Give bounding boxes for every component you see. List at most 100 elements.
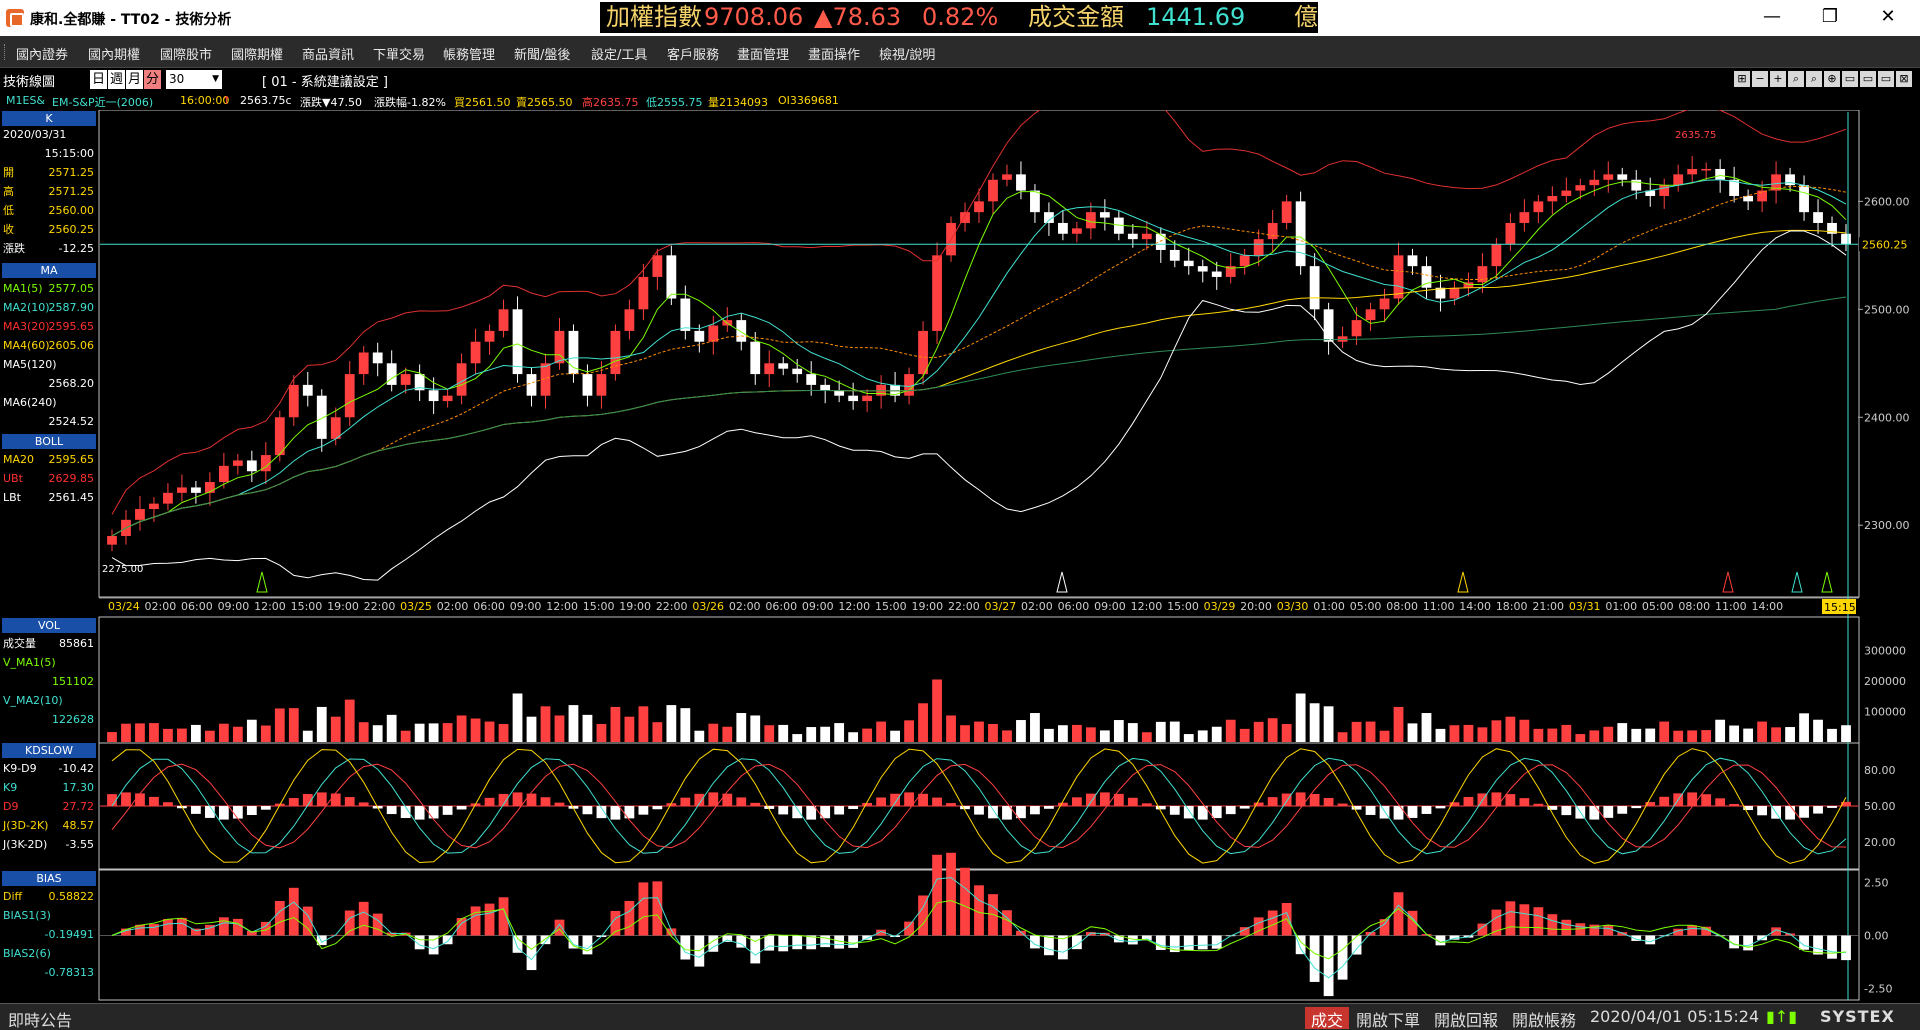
menu-item-screen-manage[interactable]: 畫面管理 xyxy=(737,44,789,63)
volume-bar xyxy=(1393,706,1404,742)
vol-header: VOL xyxy=(2,618,96,633)
kd-histogram-bar xyxy=(1435,806,1446,809)
menu-item-intl-stocks[interactable]: 國際股市 xyxy=(160,44,212,63)
period-month-button[interactable]: 月 xyxy=(126,70,143,89)
interval-select[interactable]: 30 xyxy=(166,70,222,89)
volume-bar xyxy=(1827,728,1837,742)
trade-indicator[interactable]: 成交 xyxy=(1305,1007,1350,1030)
candle-body xyxy=(1085,212,1096,229)
kd-histogram-bar xyxy=(862,802,873,806)
menu-item-screen-operate[interactable]: 畫面操作 xyxy=(808,44,860,63)
menu-item-intl-futures[interactable]: 國際期權 xyxy=(231,44,283,63)
open-account-button[interactable]: 開啟帳務 xyxy=(1512,1007,1576,1030)
candle-body xyxy=(708,325,719,342)
x-axis-label: 18:00 xyxy=(1496,600,1528,613)
menu-item-account[interactable]: 帳務管理 xyxy=(443,44,495,63)
notice-button[interactable]: 即時公告 xyxy=(8,1007,72,1030)
volume-bar xyxy=(1659,721,1670,742)
x-axis-label: 20:00 xyxy=(1240,600,1272,613)
menu-item-product-info[interactable]: 商品資訊 xyxy=(302,44,354,63)
kd-histogram-bar xyxy=(121,792,131,806)
indicator-values-panel: K 2020/03/31 15:15:00 開 2571.25 高 2571.25 … xyxy=(0,110,98,1000)
x-axis-label: 08:00 xyxy=(1386,600,1418,613)
kd-histogram-bar xyxy=(1267,797,1278,806)
candle-body xyxy=(1757,190,1767,202)
vol-label: 成交量 xyxy=(3,637,36,650)
candle-body xyxy=(1813,212,1823,223)
ma-header: MA xyxy=(2,263,96,278)
bias-histogram-bar xyxy=(582,935,593,955)
open-order-button[interactable]: 開啟下單 xyxy=(1356,1007,1420,1030)
minimize-button[interactable]: — xyxy=(1752,6,1792,27)
candle-body xyxy=(246,460,257,472)
kd-label: J(3K-2D) xyxy=(3,838,48,851)
x-axis-label: 09:00 xyxy=(802,600,834,613)
technical-chart[interactable]: 2600.00 2500.00 2400.00 2300.00 2560.25 2635.… xyxy=(0,110,1920,1002)
menu-item-domestic-futures[interactable]: 國內期權 xyxy=(88,44,140,63)
print-icon[interactable]: ▭ xyxy=(1878,71,1894,87)
candle-body xyxy=(1169,249,1180,261)
period-day-button[interactable]: 日 xyxy=(90,70,107,89)
volume-bar xyxy=(1729,725,1740,742)
kd-row: J(3K-2D) -3.55 xyxy=(3,838,96,852)
kd-histogram-bar xyxy=(610,806,621,820)
bias-label: BIAS1(3) xyxy=(3,909,51,922)
crosshair-icon[interactable]: ⊕ xyxy=(1824,71,1840,87)
zoom-out-icon[interactable]: − xyxy=(1752,71,1768,87)
volume-bar xyxy=(191,724,201,742)
period-minute-button[interactable]: 分 xyxy=(144,70,161,89)
bias-histogram-bar xyxy=(1197,935,1208,950)
volume-bar xyxy=(932,679,942,742)
candle-body xyxy=(638,276,649,310)
zoom-in-icon[interactable]: + xyxy=(1770,71,1786,87)
period-week-button[interactable]: 週 xyxy=(108,70,125,89)
menu-item-settings[interactable]: 設定/工具 xyxy=(591,44,647,63)
indicator-setting[interactable]: [ 01 - 系統建議設定 ] xyxy=(262,71,388,90)
kd-histogram-bar xyxy=(358,802,369,806)
volume-bar xyxy=(1491,720,1502,742)
volume-bar xyxy=(1575,734,1586,742)
save-icon[interactable]: ▭ xyxy=(1860,71,1876,87)
candle-body xyxy=(904,374,914,396)
candle-body xyxy=(1002,174,1012,180)
volume-bar xyxy=(988,724,998,742)
maximize-button[interactable]: ❐ xyxy=(1810,6,1850,27)
menu-item-view-help[interactable]: 檢視/說明 xyxy=(879,44,935,63)
menu-item-order[interactable]: 下單交易 xyxy=(373,44,425,63)
vol-row: V_MA1(5) xyxy=(3,656,96,670)
menu-item-domestic-securities[interactable]: 國內證券 xyxy=(16,44,68,63)
volume-bar xyxy=(177,728,187,742)
grid-icon[interactable]: ⊞ xyxy=(1734,71,1750,87)
volume-tick-label: 300000 xyxy=(1864,645,1906,658)
bias-histogram-bar xyxy=(1813,935,1823,955)
kd-histogram-bar xyxy=(260,806,271,810)
ma-row: MA6(240) xyxy=(3,396,96,410)
x-axis-label: 05:00 xyxy=(1642,600,1674,613)
close-panel-icon[interactable]: ⊠ xyxy=(1896,71,1912,87)
open-report-button[interactable]: 開啟回報 xyxy=(1434,1007,1498,1030)
candle-body xyxy=(1183,260,1194,267)
bias-tick-label: 2.50 xyxy=(1864,876,1889,889)
search-icon[interactable]: ⌕ xyxy=(1788,71,1804,87)
window-icon[interactable]: ▭ xyxy=(1842,71,1858,87)
volume-bar xyxy=(149,723,159,742)
quote-last: 2563.75c xyxy=(240,94,292,107)
bias-histogram-bar xyxy=(484,903,495,936)
ma-label: MA3(20) xyxy=(3,320,50,333)
x-axis-label: 19:00 xyxy=(911,600,943,613)
menu-item-service[interactable]: 客戶服務 xyxy=(667,44,719,63)
quote-info-row: M1ES& EM-S&P近一(2006) 16:00:00 ↑ 2563.75c… xyxy=(0,92,1920,110)
close-button[interactable]: ✕ xyxy=(1868,6,1908,27)
kd-histogram-bar xyxy=(1505,794,1516,806)
volume-bar xyxy=(1267,718,1278,742)
volume-bar xyxy=(596,724,607,742)
x-axis-label: 15:00 xyxy=(1167,600,1199,613)
search-plus-icon[interactable]: ⌕ xyxy=(1806,71,1822,87)
vol-row: 122628 xyxy=(3,713,96,727)
volume-bar xyxy=(1771,727,1781,742)
boll-row: LBt 2561.45 xyxy=(3,491,96,505)
kd-histogram-bar xyxy=(638,806,649,815)
volume-bar xyxy=(204,730,215,742)
candle-body xyxy=(135,509,145,520)
menu-item-news[interactable]: 新聞/盤後 xyxy=(514,44,570,63)
